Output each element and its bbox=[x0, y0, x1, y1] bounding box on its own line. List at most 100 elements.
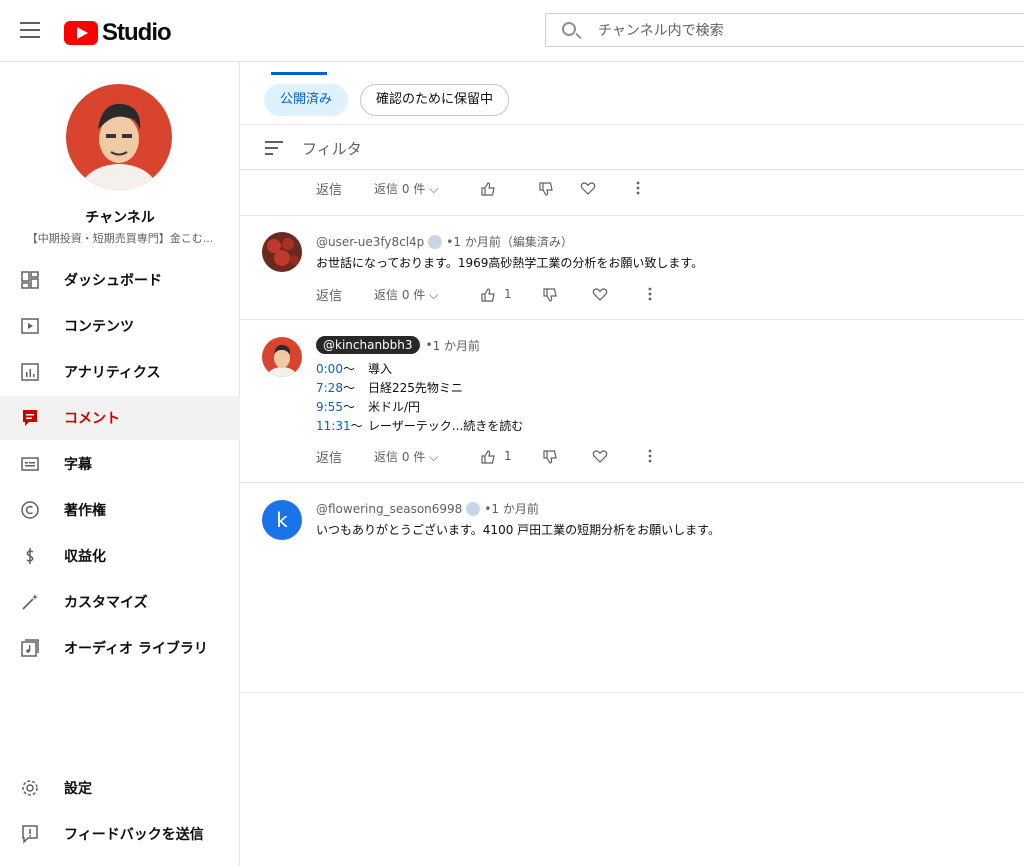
sidebar-item-content[interactable]: コンテンツ bbox=[0, 304, 240, 348]
timestamp-link[interactable]: 0:00〜 bbox=[316, 360, 368, 379]
more-icon[interactable] bbox=[642, 448, 658, 464]
reply-button[interactable]: 返信 bbox=[316, 447, 342, 466]
customize-icon bbox=[22, 594, 38, 610]
sidebar-item-label: 著作権 bbox=[64, 503, 106, 519]
monetization-icon bbox=[26, 548, 34, 564]
reply-button[interactable]: 返信 bbox=[316, 179, 342, 198]
comment-time: 1 か月前 bbox=[491, 502, 539, 516]
timestamp-line: 11:31〜 レーザーテック...続きを読む bbox=[316, 417, 523, 436]
sidebar-item-label: ダッシュボード bbox=[64, 273, 162, 289]
studio-logo[interactable]: Studio bbox=[64, 19, 172, 47]
dislike-icon[interactable] bbox=[542, 449, 558, 465]
search-box[interactable] bbox=[545, 13, 1024, 47]
channel-subtitle: 【中期投資・短期売買専門】金こむ... bbox=[26, 232, 214, 245]
replies-toggle[interactable]: 返信 0 件 ⌵ bbox=[374, 448, 438, 465]
comment-text: お世話になっております。1969高砂熱学工業の分析をお願い致します。 bbox=[316, 256, 704, 270]
commenter-avatar[interactable] bbox=[262, 232, 302, 272]
comment-row: k @flowering_season6998 • 1 か月前 いつもありがとう… bbox=[240, 483, 1024, 693]
comment-meta: @user-ue3fy8cl4p • 1 か月前（編集済み） bbox=[316, 234, 573, 249]
comment-author[interactable]: @user-ue3fy8cl4p bbox=[316, 235, 424, 249]
read-more-link[interactable]: レーザーテック...続きを読む bbox=[368, 419, 523, 433]
sidebar-item-analytics[interactable]: アナリティクス bbox=[0, 350, 240, 394]
sidebar-item-customize[interactable]: カスタマイズ bbox=[0, 580, 240, 624]
more-icon[interactable] bbox=[642, 286, 658, 302]
heart-icon[interactable] bbox=[592, 286, 608, 302]
comment-text: いつもありがとうございます。4100 戸田工業の短期分析をお願いします。 bbox=[316, 523, 720, 537]
timestamp-line: 7:28〜 日経225先物ミニ bbox=[316, 379, 523, 398]
analytics-icon bbox=[21, 363, 39, 381]
filter-bar[interactable]: フィルタ bbox=[240, 124, 1024, 170]
sidebar-item-label: 設定 bbox=[64, 781, 92, 797]
like-icon[interactable] bbox=[480, 181, 496, 197]
reply-button[interactable]: 返信 bbox=[316, 285, 342, 304]
tab-indicator bbox=[271, 72, 327, 75]
sidebar-item-label: コメント bbox=[64, 411, 120, 427]
youtube-logo-icon bbox=[64, 21, 98, 45]
dislike-icon[interactable] bbox=[542, 287, 558, 303]
like-icon[interactable] bbox=[480, 287, 496, 303]
dashboard-icon bbox=[21, 271, 39, 289]
chip-published[interactable]: 公開済み bbox=[264, 84, 349, 116]
copyright-icon bbox=[21, 501, 39, 519]
search-icon[interactable] bbox=[562, 22, 576, 36]
timestamp-list: 0:00〜 導入 7:28〜 日経225先物ミニ 9:55〜 米ドル/円 11:31〜… bbox=[316, 360, 523, 436]
timestamp-link[interactable]: 9:55〜 bbox=[316, 398, 368, 417]
member-badge-icon bbox=[428, 234, 443, 249]
comments-panel: 公開済み 確認のために保留中 フィルタ 返信 返信 0 件 ⌵ @user-ue… bbox=[240, 62, 1024, 866]
chip-held-for-review[interactable]: 確認のために保留中 bbox=[360, 84, 510, 116]
replies-toggle[interactable]: 返信 0 件 ⌵ bbox=[374, 286, 438, 303]
like-count: 1 bbox=[504, 287, 512, 301]
sidebar-item-monetization[interactable]: 収益化 bbox=[0, 534, 240, 578]
like-count: 1 bbox=[504, 449, 512, 463]
heart-icon[interactable] bbox=[580, 180, 596, 196]
like-icon[interactable] bbox=[480, 449, 496, 465]
sidebar-item-subtitles[interactable]: 字幕 bbox=[0, 442, 240, 486]
dislike-icon[interactable] bbox=[538, 181, 554, 197]
filter-icon[interactable] bbox=[265, 141, 283, 155]
comment-row: @user-ue3fy8cl4p • 1 か月前（編集済み） お世話になっており… bbox=[240, 216, 1024, 320]
top-bar: Studio bbox=[0, 0, 1024, 62]
feedback-icon bbox=[22, 825, 38, 844]
sidebar-item-audio-library[interactable]: オーディオ ライブラリ bbox=[0, 626, 240, 670]
sidebar-item-label: フィードバックを送信 bbox=[64, 827, 204, 843]
more-icon[interactable] bbox=[630, 180, 646, 196]
heart-icon[interactable] bbox=[592, 448, 608, 464]
replies-toggle[interactable]: 返信 0 件 ⌵ bbox=[374, 180, 438, 197]
comment-meta: @kinchanbbh3 • 1 か月前 bbox=[316, 336, 480, 354]
sidebar-item-label: 収益化 bbox=[64, 549, 106, 565]
comment-author[interactable]: @flowering_season6998 bbox=[316, 502, 462, 516]
comments-icon bbox=[23, 410, 37, 426]
search-input[interactable] bbox=[598, 20, 998, 42]
sidebar-item-label: カスタマイズ bbox=[64, 595, 148, 611]
sidebar: チャンネル 【中期投資・短期売買専門】金こむ... ダッシュボード コンテンツ … bbox=[0, 62, 240, 866]
timestamp-line: 0:00〜 導入 bbox=[316, 360, 523, 379]
sidebar-item-label: コンテンツ bbox=[64, 319, 134, 335]
settings-icon bbox=[22, 780, 38, 796]
owner-author-badge[interactable]: @kinchanbbh3 bbox=[316, 336, 420, 354]
logo-text: Studio bbox=[102, 19, 172, 46]
owner-avatar[interactable] bbox=[262, 337, 302, 377]
comment-meta: @flowering_season6998 • 1 か月前 bbox=[316, 501, 539, 516]
comment-row: @kinchanbbh3 • 1 か月前 0:00〜 導入 7:28〜 日経225先… bbox=[240, 320, 1024, 483]
timestamp-link[interactable]: 11:31〜 bbox=[316, 417, 368, 436]
sidebar-item-settings[interactable]: 設定 bbox=[0, 766, 240, 810]
sidebar-item-copyright[interactable]: 著作権 bbox=[0, 488, 240, 532]
sidebar-item-label: 字幕 bbox=[64, 457, 92, 473]
sidebar-item-feedback[interactable]: フィードバックを送信 bbox=[0, 812, 240, 856]
comment-row: 返信 返信 0 件 ⌵ bbox=[240, 170, 1024, 216]
sidebar-item-label: アナリティクス bbox=[64, 365, 161, 381]
menu-icon[interactable] bbox=[20, 22, 40, 38]
comment-time: 1 か月前 bbox=[432, 338, 481, 353]
sidebar-item-label: オーディオ ライブラリ bbox=[64, 641, 208, 657]
audio-library-icon bbox=[21, 639, 39, 657]
sidebar-item-dashboard[interactable]: ダッシュボード bbox=[0, 258, 240, 302]
member-badge-icon bbox=[466, 501, 481, 516]
channel-title: チャンネル bbox=[85, 210, 155, 226]
channel-avatar[interactable] bbox=[66, 84, 172, 190]
subtitles-icon bbox=[21, 457, 39, 471]
content-icon bbox=[21, 318, 39, 334]
timestamp-link[interactable]: 7:28〜 bbox=[316, 379, 368, 398]
commenter-avatar[interactable]: k bbox=[262, 500, 302, 540]
timestamp-line: 9:55〜 米ドル/円 bbox=[316, 398, 523, 417]
sidebar-item-comments[interactable]: コメント bbox=[0, 396, 240, 440]
